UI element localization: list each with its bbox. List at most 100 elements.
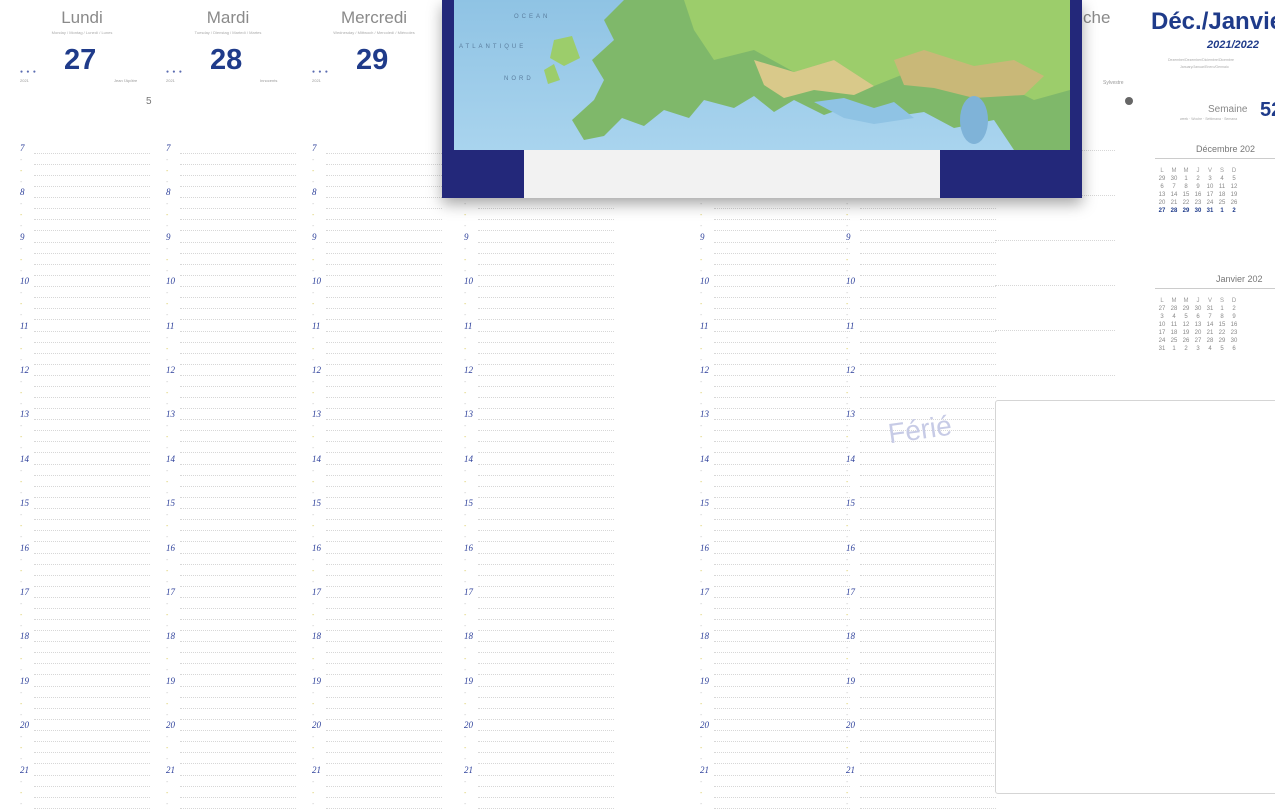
- time-slot-line[interactable]: [326, 641, 442, 643]
- time-slot-line[interactable]: [714, 363, 850, 365]
- time-slot-line[interactable]: [326, 463, 442, 465]
- time-slot-line[interactable]: [34, 164, 150, 165]
- time-slot-line[interactable]: [180, 796, 296, 798]
- time-slot-line[interactable]: [180, 408, 296, 409]
- time-slot-line[interactable]: [714, 608, 850, 609]
- time-slot-line[interactable]: [326, 807, 442, 809]
- time-slot-line[interactable]: [478, 785, 614, 787]
- time-slot-line[interactable]: [860, 219, 996, 221]
- time-slot-line[interactable]: [34, 597, 150, 598]
- time-slot-line[interactable]: [326, 263, 442, 265]
- time-slot-line[interactable]: [714, 696, 850, 698]
- time-slot-line[interactable]: [860, 386, 996, 387]
- time-slot-line[interactable]: [714, 752, 850, 754]
- time-slot-line[interactable]: [860, 375, 996, 376]
- time-slot-line[interactable]: [326, 619, 442, 620]
- time-slot-line[interactable]: [714, 430, 850, 432]
- time-slot-line[interactable]: [34, 552, 150, 554]
- time-slot-line[interactable]: [180, 574, 296, 576]
- time-slot-line[interactable]: [34, 696, 150, 698]
- time-slot-line[interactable]: [860, 685, 996, 687]
- time-slot-line[interactable]: [478, 452, 614, 454]
- time-slot-line[interactable]: [478, 730, 614, 732]
- time-slot-line[interactable]: [34, 263, 150, 265]
- calendar-day[interactable]: 24: [1156, 338, 1168, 346]
- time-slot-line[interactable]: [860, 463, 996, 465]
- time-slot-line[interactable]: [34, 175, 150, 176]
- time-slot-line[interactable]: [180, 707, 296, 709]
- time-slot-line[interactable]: [34, 474, 150, 476]
- time-slot-line[interactable]: [478, 796, 614, 798]
- time-slot-line[interactable]: [714, 652, 850, 654]
- time-slot-line[interactable]: [478, 297, 614, 299]
- calendar-day[interactable]: 21: [1168, 200, 1180, 208]
- time-slot-line[interactable]: [326, 585, 442, 587]
- calendar-day[interactable]: 5: [1180, 314, 1192, 322]
- calendar-day[interactable]: 14: [1204, 322, 1216, 330]
- time-slot-line[interactable]: [326, 197, 442, 199]
- time-slot-line[interactable]: [326, 230, 442, 232]
- calendar-day[interactable]: 30: [1228, 338, 1240, 346]
- time-slot-line[interactable]: [34, 707, 150, 709]
- time-slot-line[interactable]: [860, 663, 996, 665]
- time-slot-line[interactable]: [478, 718, 614, 720]
- time-slot-line[interactable]: [326, 485, 442, 487]
- time-slot-line[interactable]: [34, 774, 150, 776]
- calendar-day[interactable]: 16: [1228, 322, 1240, 330]
- time-slot-line[interactable]: [326, 241, 442, 243]
- time-slot-line[interactable]: [180, 530, 296, 532]
- time-slot-line[interactable]: [860, 608, 996, 609]
- time-slot-line[interactable]: [714, 219, 850, 221]
- calendar-day[interactable]: 21: [1204, 330, 1216, 338]
- time-slot-line[interactable]: [860, 297, 996, 299]
- time-slot-line[interactable]: [34, 197, 150, 199]
- calendar-day[interactable]: 20: [1192, 330, 1204, 338]
- time-slot-line[interactable]: [714, 397, 850, 398]
- time-slot-line[interactable]: [326, 286, 442, 288]
- time-slot-line[interactable]: [180, 718, 296, 720]
- time-slot-line[interactable]: [326, 541, 442, 543]
- calendar-day[interactable]: 8: [1180, 184, 1192, 192]
- time-slot-line[interactable]: [34, 330, 150, 332]
- calendar-day[interactable]: 28: [1168, 306, 1180, 314]
- time-slot-line[interactable]: [478, 630, 614, 631]
- time-slot-line[interactable]: [180, 386, 296, 387]
- time-slot-line[interactable]: [180, 485, 296, 487]
- time-slot-line[interactable]: [860, 752, 996, 754]
- calendar-day[interactable]: 25: [1216, 200, 1228, 208]
- time-slot-line[interactable]: [180, 508, 296, 510]
- time-slot-line[interactable]: [478, 563, 614, 565]
- time-slot-line[interactable]: [34, 752, 150, 754]
- time-slot-line[interactable]: [860, 597, 996, 598]
- time-slot-line[interactable]: [860, 408, 996, 409]
- time-slot-line[interactable]: [326, 730, 442, 732]
- calendar-day[interactable]: 13: [1156, 192, 1168, 200]
- time-slot-line[interactable]: [714, 463, 850, 465]
- calendar-day[interactable]: 29: [1216, 338, 1228, 346]
- time-slot-line[interactable]: [478, 741, 614, 743]
- time-slot-line[interactable]: [34, 563, 150, 565]
- time-slot-line[interactable]: [860, 730, 996, 732]
- time-slot-line[interactable]: [180, 585, 296, 587]
- calendar-day[interactable]: 22: [1180, 200, 1192, 208]
- time-slot-line[interactable]: [860, 563, 996, 565]
- time-slot-line[interactable]: [478, 696, 614, 698]
- time-slot-line[interactable]: [326, 597, 442, 598]
- time-slot-line[interactable]: [326, 386, 442, 387]
- time-slot-line[interactable]: [34, 352, 150, 354]
- calendar-day[interactable]: 6: [1228, 346, 1240, 354]
- time-slot-line[interactable]: [34, 730, 150, 732]
- time-slot-line[interactable]: [714, 730, 850, 732]
- calendar-day[interactable]: 30: [1168, 176, 1180, 184]
- time-slot-line[interactable]: [326, 208, 442, 210]
- calendar-day[interactable]: 4: [1204, 346, 1216, 354]
- calendar-day[interactable]: 14: [1168, 192, 1180, 200]
- time-slot-line[interactable]: [34, 630, 150, 631]
- time-slot-line[interactable]: [326, 707, 442, 709]
- time-slot-line[interactable]: [714, 552, 850, 554]
- time-slot-line[interactable]: [326, 341, 442, 343]
- time-slot-line[interactable]: [34, 508, 150, 510]
- time-slot-line[interactable]: [478, 530, 614, 532]
- time-slot-line[interactable]: [860, 796, 996, 798]
- time-slot-line[interactable]: [180, 752, 296, 754]
